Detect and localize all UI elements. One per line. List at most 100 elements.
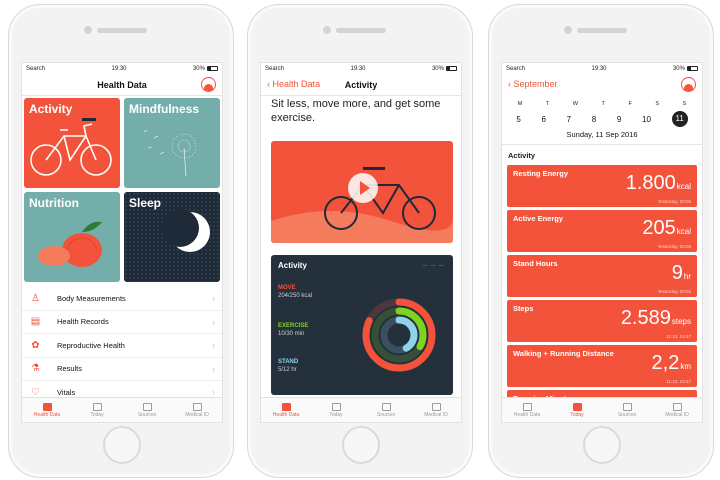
selected-date-label: Sunday, 11 Sep 2016: [502, 130, 702, 145]
calendar-icon: [572, 402, 582, 411]
tab-label: Today: [570, 411, 584, 418]
nav-bar: Health Data: [22, 74, 222, 96]
tab-sources[interactable]: Sources: [361, 398, 411, 422]
value-number: 2,2: [651, 352, 680, 374]
chevron-right-icon: ›: [212, 387, 215, 398]
card-walking-running-distance[interactable]: Walking + Running Distance 2,2km 11:13, …: [507, 345, 697, 387]
card-name: Stand Hours: [513, 259, 558, 268]
camera-dot: [323, 26, 331, 34]
flower-icon: ✿: [31, 339, 40, 351]
home-button[interactable]: [103, 426, 141, 464]
calendar-icon: [92, 402, 102, 411]
back-button[interactable]: ‹ September: [508, 79, 558, 89]
list-item-health-records[interactable]: ▤ Health Records ›: [22, 311, 222, 334]
tab-medical-id[interactable]: Medical ID: [652, 398, 702, 422]
asterisk-icon: [431, 402, 441, 411]
day-cell[interactable]: 5: [516, 115, 520, 124]
category-tiles: Activity Mindfulness Nutrition Sleep: [24, 98, 222, 282]
camera-dot: [564, 26, 572, 34]
activity-summary-card[interactable]: Activity — — — MOVE 204/250 kcal EXERCIS…: [271, 255, 453, 395]
day-cell[interactable]: 9: [617, 115, 621, 124]
activity-headline: Sit less, move more, and get some exerci…: [271, 98, 441, 124]
tile-mindfulness[interactable]: Mindfulness: [124, 98, 220, 188]
home-button[interactable]: [342, 426, 380, 464]
day-cell[interactable]: 6: [541, 115, 545, 124]
tile-nutrition[interactable]: Nutrition: [24, 192, 120, 282]
tile-label: Mindfulness: [129, 102, 200, 116]
tab-today[interactable]: Today: [552, 398, 602, 422]
profile-icon[interactable]: [681, 77, 696, 92]
tab-label: Sources: [137, 411, 157, 418]
tab-sources[interactable]: Sources: [602, 398, 652, 422]
screen-health-data: Search 19:30 30% Health Data Activity Mi…: [21, 62, 223, 423]
day-row: 5 6 7 8 9 10 11: [502, 107, 702, 127]
metric-label: MOVE: [278, 285, 296, 291]
tab-bar: Health Data Today Sources Medical ID: [22, 397, 222, 422]
tab-label: Medical ID: [185, 411, 209, 418]
list-item-reproductive-health[interactable]: ✿ Reproductive Health ›: [22, 334, 222, 358]
tab-health-data[interactable]: Health Data: [22, 398, 72, 422]
weekday-label: T: [601, 101, 605, 107]
card-resting-energy[interactable]: Resting Energy 1.800kcal Yesterday, 00:0…: [507, 165, 697, 207]
tab-sources[interactable]: Sources: [122, 398, 172, 422]
tab-medical-id[interactable]: Medical ID: [411, 398, 461, 422]
tile-activity[interactable]: Activity: [24, 98, 120, 188]
value-unit: steps: [671, 317, 691, 326]
tab-today[interactable]: Today: [311, 398, 361, 422]
selected-day[interactable]: 11: [671, 111, 688, 127]
home-button[interactable]: [583, 426, 621, 464]
activity-video[interactable]: [271, 141, 453, 243]
day-cell[interactable]: 8: [592, 115, 596, 124]
speaker-grill: [577, 28, 627, 33]
tab-label: Sources: [617, 411, 637, 418]
tab-label: Health Data: [513, 411, 541, 418]
chevron-right-icon: ›: [212, 363, 215, 374]
card-title: Activity: [278, 261, 307, 270]
tab-bar: Health Data Today Sources Medical ID: [502, 397, 702, 422]
status-bar: Search 19:30 30%: [261, 63, 461, 74]
value-number: 1.800: [625, 172, 676, 194]
battery-percent: 30%: [192, 65, 205, 72]
metric-exercise: EXERCISE 10/30 min: [278, 323, 308, 337]
activity-cards: Resting Energy 1.800kcal Yesterday, 00:0…: [507, 165, 697, 422]
profile-icon[interactable]: [201, 77, 216, 92]
list-item-results[interactable]: ⚗ Results ›: [22, 358, 222, 381]
day-cell[interactable]: 10: [642, 115, 651, 124]
card-active-energy[interactable]: Active Energy 205kcal Yesterday, 00:05: [507, 210, 697, 252]
grid-icon: [42, 402, 52, 411]
camera-dot: [84, 26, 92, 34]
tab-label: Health Data: [272, 411, 300, 418]
tile-sleep[interactable]: Sleep: [124, 192, 220, 282]
download-icon: [142, 402, 152, 411]
status-right: 30%: [432, 66, 457, 72]
tab-medical-id[interactable]: Medical ID: [172, 398, 222, 422]
back-button[interactable]: ‹ Health Data: [267, 79, 320, 89]
card-stand-hours[interactable]: Stand Hours 9hr Yesterday, 00:05: [507, 255, 697, 297]
play-icon[interactable]: [348, 173, 378, 203]
status-bar: Search 19:30 30%: [22, 63, 222, 74]
tab-health-data[interactable]: Health Data: [502, 398, 552, 422]
card-value: 205kcal: [642, 217, 691, 240]
battery-percent: 30%: [431, 65, 444, 72]
card-steps[interactable]: Steps 2.589steps 11:13, 23:47: [507, 300, 697, 342]
day-cell[interactable]: 7: [567, 115, 571, 124]
status-bar: Search 19:30 30%: [502, 63, 702, 74]
screen-activity: Search 19:30 30% ‹ Health Data Activity …: [260, 62, 462, 423]
card-value: 9hr: [672, 262, 691, 285]
value-unit: hr: [683, 272, 691, 281]
list-item-body-measurements[interactable]: ♙ Body Measurements ›: [22, 287, 222, 311]
card-name: Steps: [513, 304, 534, 313]
tab-label: Sources: [376, 411, 396, 418]
tab-today[interactable]: Today: [72, 398, 122, 422]
tab-health-data[interactable]: Health Data: [261, 398, 311, 422]
status-time: 19:30: [591, 65, 607, 72]
asterisk-icon: [672, 402, 682, 411]
battery-icon: [206, 66, 218, 71]
carrier-label: Search: [26, 65, 46, 72]
health-category-list: ♙ Body Measurements › ▤ Health Records › ✿ Re…: [22, 287, 222, 405]
metric-label: STAND: [278, 359, 299, 365]
chevron-right-icon: ›: [212, 340, 215, 351]
nav-bar: ‹ Health Data Activity: [261, 74, 461, 96]
metric-move: MOVE 204/250 kcal: [278, 285, 312, 299]
value-number: 2.589: [620, 307, 671, 329]
